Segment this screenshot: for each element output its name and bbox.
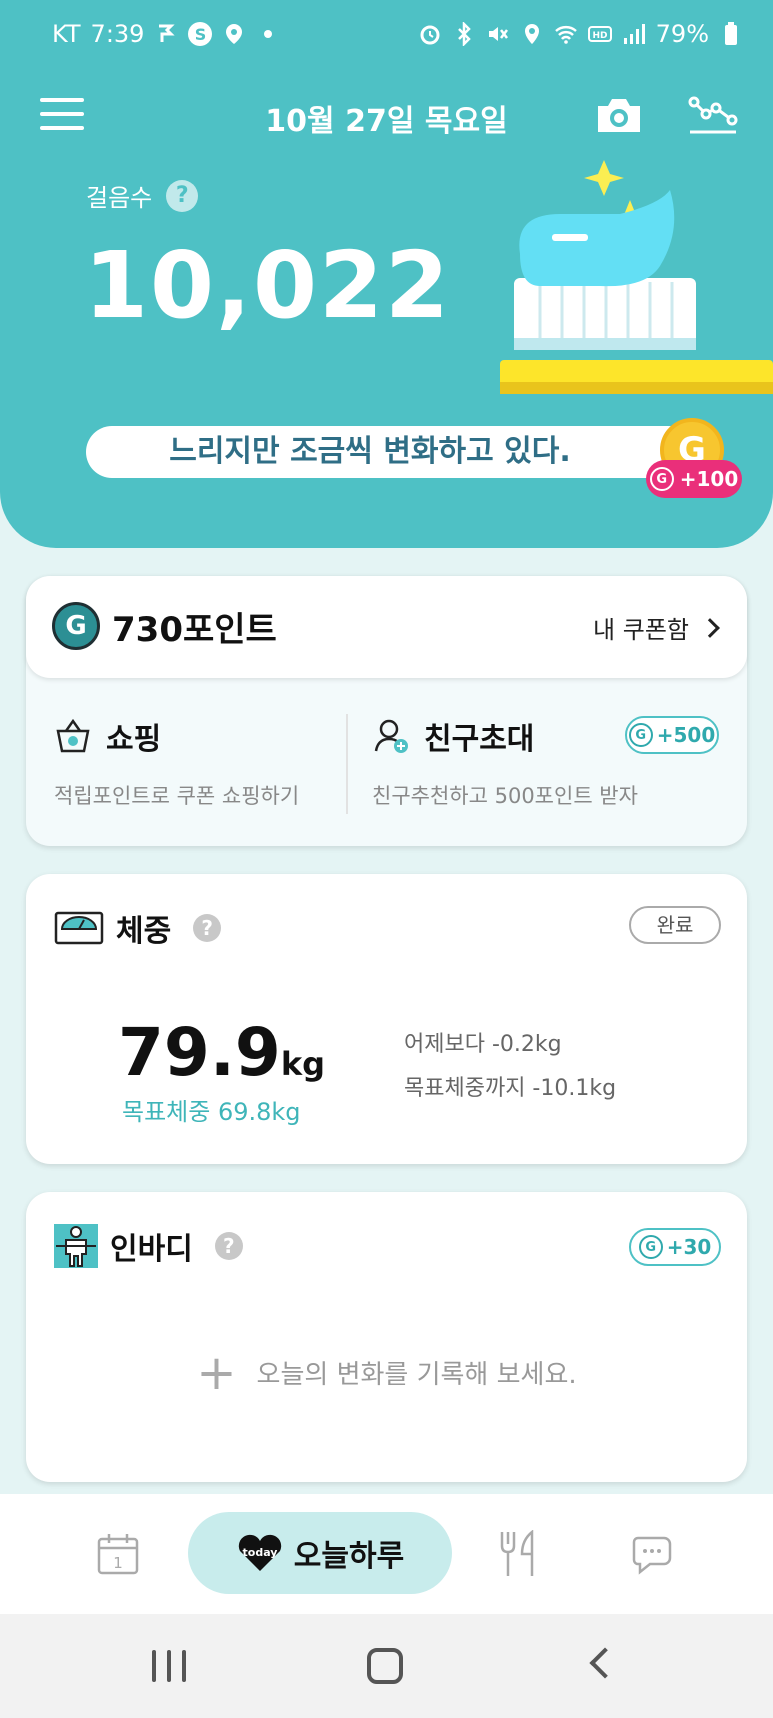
carrier-label: KT <box>52 20 81 48</box>
coin-reward-amount: +100 <box>679 467 739 491</box>
shopping-title: 쇼핑 <box>106 722 162 757</box>
s-app-icon: S <box>188 22 213 46</box>
wifi-icon <box>554 26 577 44</box>
points-header[interactable]: G 730포인트 내 쿠폰함 <box>26 576 747 678</box>
weight-unit: kg <box>280 1045 326 1083</box>
today-badge-text: today <box>242 1546 277 1559</box>
status-bar: KT 7:39 S HD 79% <box>0 16 773 56</box>
coupon-box-link[interactable]: 내 쿠폰함 <box>593 610 720 645</box>
bottom-navigation: 1 today 오늘하루 <box>0 1494 773 1614</box>
invite-title: 친구초대 <box>424 722 535 757</box>
mute-icon <box>488 27 508 41</box>
inbody-title: 인바디 <box>110 1232 193 1267</box>
location-app-icon <box>226 24 243 44</box>
battery-percent: 79% <box>655 20 709 48</box>
coin-reward-badge[interactable]: G +100 <box>646 460 742 498</box>
plus-icon: + <box>196 1344 237 1401</box>
invite-description: 친구추천하고 500포인트 받자 <box>372 784 638 808</box>
home-icon[interactable] <box>367 1648 403 1684</box>
bluetooth-icon <box>457 22 471 46</box>
calendar-day: 1 <box>113 1554 123 1572</box>
g-coin-mini-icon: G <box>649 467 674 491</box>
inbody-reward-amount: +30 <box>666 1235 712 1259</box>
camera-icon[interactable] <box>594 94 644 136</box>
goal-weight: 목표체중 69.8kg <box>122 1098 301 1126</box>
heart-icon: today <box>238 1534 281 1571</box>
weight-card[interactable]: 체중 ? 완료 79.9kg 목표체중 69.8kg 어제보다 -0.2kg 목… <box>26 874 747 1164</box>
weight-title: 체중 <box>116 914 172 949</box>
weight-to-goal: 목표체중까지 -10.1kg <box>404 1076 617 1101</box>
signal-icon <box>623 24 645 44</box>
toothbrush-illustration <box>500 160 773 394</box>
svg-text:HD: HD <box>592 31 607 41</box>
shopping-entry[interactable]: 쇼핑 적립포인트로 쿠폰 쇼핑하기 <box>54 714 354 810</box>
recent-apps-icon[interactable] <box>152 1650 186 1682</box>
steps-label-text: 걸음수 <box>86 184 153 212</box>
dot-icon <box>264 30 273 38</box>
clock: 7:39 <box>90 20 145 48</box>
inbody-reward-badge: G +30 <box>629 1228 721 1266</box>
graph-icon[interactable] <box>688 94 738 136</box>
body-icon <box>54 1224 98 1268</box>
alarm-icon <box>420 25 440 45</box>
g-coin-mini-icon: G <box>638 1235 663 1259</box>
weight-status-badge[interactable]: 완료 <box>629 906 721 944</box>
flag-icon <box>159 24 176 42</box>
scale-icon <box>54 911 104 945</box>
tab-today-label: 오늘하루 <box>293 1539 405 1574</box>
g-point-icon: G <box>52 602 100 650</box>
steps-count: 10,022 <box>84 232 452 339</box>
g-coin-mini-icon: G <box>628 723 653 747</box>
header: KT 7:39 S HD 79% 10월 27일 목요일 걸음수 ? 10,02… <box>0 0 773 548</box>
points-balance: 730포인트 <box>112 610 277 650</box>
inbody-empty-message: 오늘의 변화를 기록해 보세요. <box>256 1360 577 1390</box>
basket-icon <box>56 718 90 753</box>
steps-label: 걸음수 ? <box>86 178 199 213</box>
add-friend-icon <box>374 719 408 753</box>
hd-icon: HD <box>587 26 612 42</box>
question-icon[interactable]: ? <box>166 179 199 212</box>
weight-number: 79.9 <box>118 1014 281 1091</box>
system-navigation-bar <box>0 1614 773 1718</box>
motivation-banner: 느리지만 조금씩 변화하고 있다. <box>86 426 694 478</box>
location-icon <box>524 24 539 44</box>
points-card: G 730포인트 내 쿠폰함 쇼핑 적립포인트로 쿠폰 쇼핑하기 친구초대 친구… <box>26 576 747 846</box>
back-icon[interactable] <box>589 1647 621 1679</box>
calendar-icon[interactable]: 1 <box>96 1532 140 1576</box>
divider <box>346 714 348 814</box>
inbody-card[interactable]: 인바디 ? G +30 + 오늘의 변화를 기록해 보세요. <box>26 1192 747 1482</box>
tab-today[interactable]: today 오늘하루 <box>188 1512 452 1594</box>
question-icon[interactable]: ? <box>214 1232 243 1260</box>
coupon-box-label: 내 쿠폰함 <box>593 616 689 644</box>
question-icon[interactable]: ? <box>193 914 222 942</box>
chat-icon[interactable] <box>632 1532 676 1576</box>
weight-value: 79.9kg <box>118 1014 325 1091</box>
food-icon[interactable] <box>498 1530 538 1578</box>
date-title: 10월 27일 목요일 <box>265 104 508 139</box>
chevron-right-icon <box>700 617 720 638</box>
shopping-description: 적립포인트로 쿠폰 쇼핑하기 <box>54 784 300 808</box>
top-bar: 10월 27일 목요일 <box>0 90 773 146</box>
invite-reward-badge: G +500 <box>625 716 719 754</box>
invite-reward-amount: +500 <box>656 723 716 747</box>
inbody-add-record[interactable]: + 오늘의 변화를 기록해 보세요. <box>26 1344 747 1401</box>
battery-icon <box>725 22 737 45</box>
weight-change-from-yesterday: 어제보다 -0.2kg <box>404 1032 562 1057</box>
